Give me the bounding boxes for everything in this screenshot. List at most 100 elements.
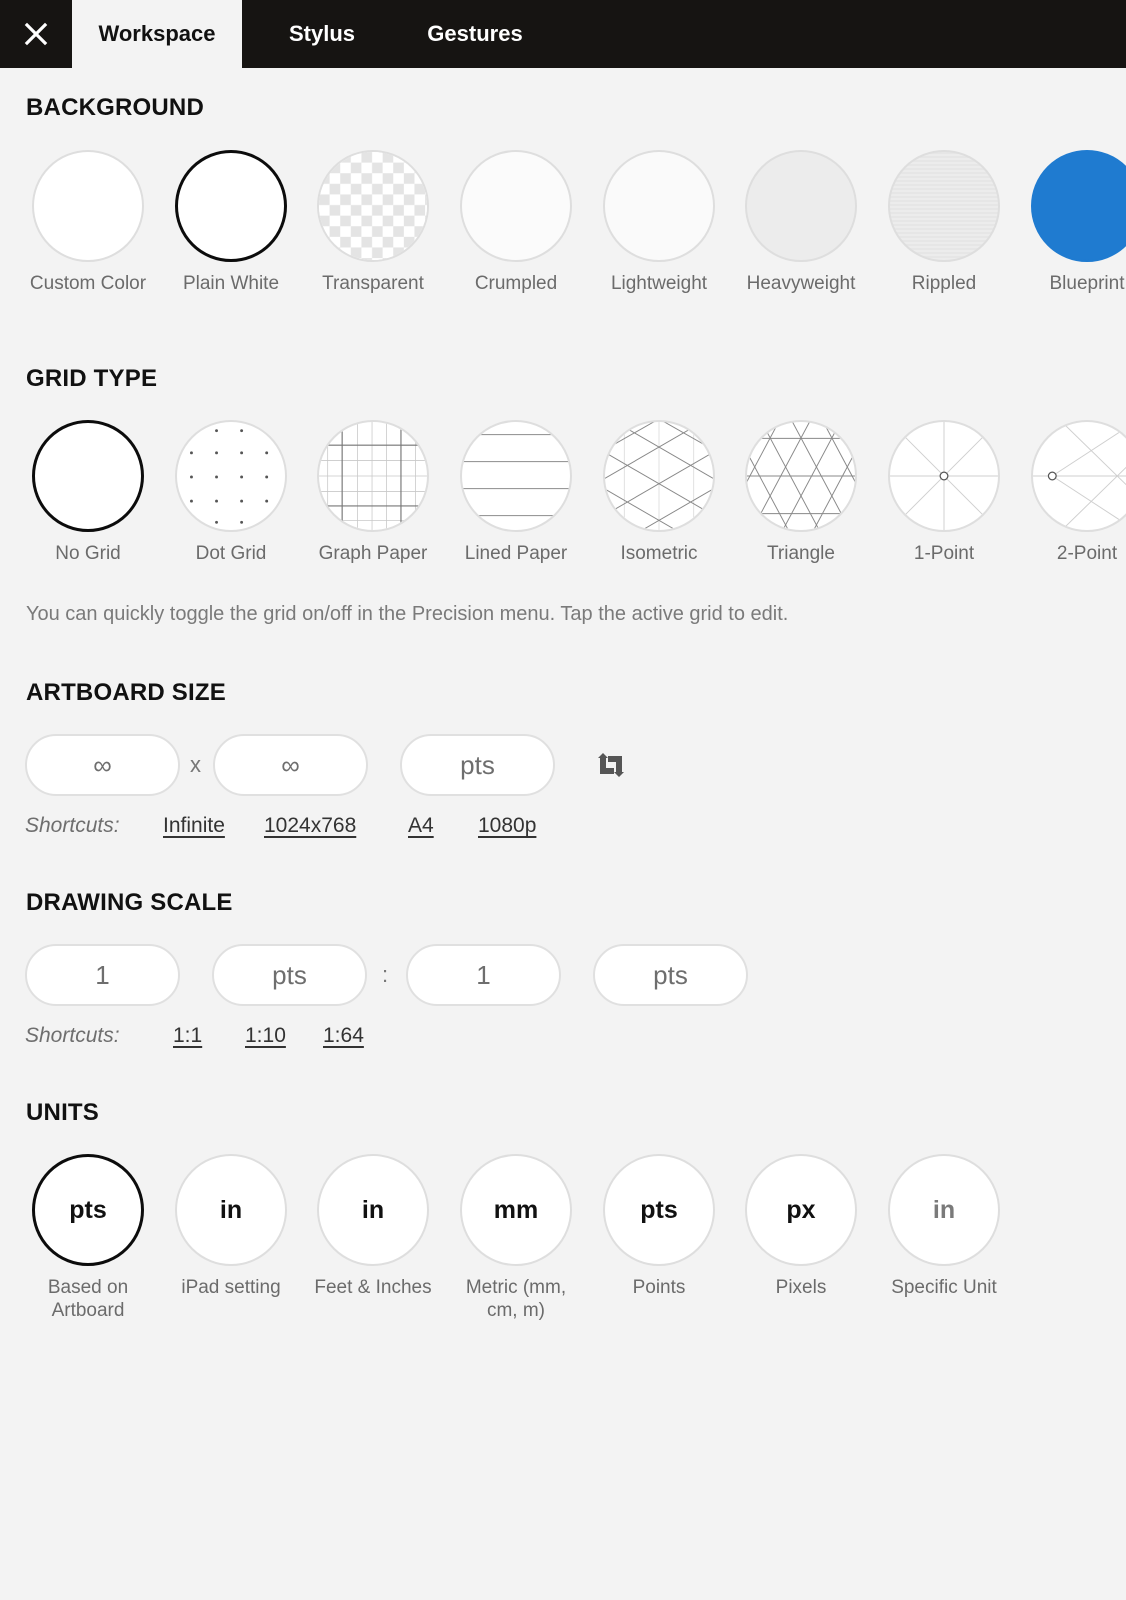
background-option-plain-white[interactable]: Plain White — [158, 150, 304, 295]
option-label: Triangle — [767, 543, 835, 564]
scale-left-unit-select[interactable]: pts — [212, 944, 367, 1006]
grid-type-options: No Grid Dot Grid Graph Paper Lined Paper… — [0, 420, 1126, 580]
option-label: Custom Color — [29, 273, 147, 294]
artboard-shortcuts-label: Shortcuts: — [25, 814, 120, 837]
option-label: iPad setting — [181, 1277, 281, 1298]
transparent-checkerboard-swatch — [317, 150, 429, 262]
unit-circle: in — [888, 1154, 1000, 1266]
unit-abbreviation: in — [219, 1195, 243, 1224]
unit-abbreviation: pts — [640, 1195, 678, 1224]
artboard-width-input[interactable]: ∞ — [25, 734, 180, 796]
unit-abbreviation: in — [932, 1195, 956, 1224]
grid-option-isometric[interactable]: Isometric — [586, 420, 732, 565]
artboard-shortcut-1080p[interactable]: 1080p — [478, 814, 536, 838]
dot-grid-icon — [175, 420, 287, 532]
unit-option-specific-unit[interactable]: in Specific Unit — [871, 1154, 1017, 1299]
settings-tab-bar: Workspace Stylus Gestures — [0, 0, 1126, 68]
scale-shortcut-1-64[interactable]: 1:64 — [323, 1024, 364, 1048]
scale-right-value-input[interactable]: 1 — [406, 944, 561, 1006]
crumpled-paper-swatch — [460, 150, 572, 262]
option-label: No Grid — [55, 543, 121, 564]
grid-option-2-point[interactable]: 2-Point — [1014, 420, 1126, 565]
option-label: Plain White — [182, 273, 280, 294]
unit-abbreviation: in — [361, 1195, 385, 1224]
artboard-shortcut-1024x768[interactable]: 1024x768 — [264, 814, 356, 838]
option-label: 2-Point — [1056, 543, 1118, 564]
option-label: Transparent — [322, 273, 424, 294]
background-option-transparent[interactable]: Transparent — [300, 150, 446, 295]
grid-option-graph-paper[interactable]: Graph Paper — [300, 420, 446, 565]
background-option-lightweight[interactable]: Lightweight — [586, 150, 732, 295]
tab-workspace[interactable]: Workspace — [72, 0, 242, 68]
unit-option-metric[interactable]: mm Metric (mm, cm, m) — [443, 1154, 589, 1322]
grid-option-1-point[interactable]: 1-Point — [871, 420, 1017, 565]
scale-shortcut-1-1[interactable]: 1:1 — [173, 1024, 202, 1048]
artboard-unit-select[interactable]: pts — [400, 734, 555, 796]
scale-shortcuts-label: Shortcuts: — [25, 1024, 120, 1047]
blueprint-swatch — [1031, 150, 1126, 262]
option-label: Heavyweight — [746, 273, 856, 294]
triangle-grid-icon — [745, 420, 857, 532]
unit-option-feet-inches[interactable]: in Feet & Inches — [300, 1154, 446, 1299]
option-label: Blueprint — [1049, 273, 1125, 294]
swap-orientation-icon — [598, 753, 624, 777]
background-section-title: BACKGROUND — [26, 94, 204, 121]
option-label: Feet & Inches — [314, 1277, 432, 1298]
option-label: Dot Grid — [195, 543, 267, 564]
custom-color-swatch — [32, 150, 144, 262]
tab-stylus[interactable]: Stylus — [252, 0, 392, 68]
unit-option-points[interactable]: pts Points — [586, 1154, 732, 1299]
one-point-perspective-icon — [888, 420, 1000, 532]
option-label: Lined Paper — [464, 543, 568, 564]
grid-option-lined-paper[interactable]: Lined Paper — [443, 420, 589, 565]
unit-abbreviation: px — [786, 1195, 816, 1224]
units-options: pts Based on Artboard in iPad setting in… — [0, 1154, 1126, 1354]
unit-circle: in — [317, 1154, 429, 1266]
option-label: Based on Artboard — [47, 1277, 129, 1321]
unit-option-ipad-setting[interactable]: in iPad setting — [158, 1154, 304, 1299]
background-option-crumpled[interactable]: Crumpled — [443, 150, 589, 295]
plain-white-swatch — [175, 150, 287, 262]
artboard-shortcut-a4[interactable]: A4 — [408, 814, 434, 838]
option-label: Metric (mm, cm, m) — [465, 1277, 567, 1321]
grid-option-dot-grid[interactable]: Dot Grid — [158, 420, 304, 565]
unit-circle: mm — [460, 1154, 572, 1266]
swap-orientation-button[interactable] — [596, 752, 626, 778]
grid-option-no-grid[interactable]: No Grid — [15, 420, 161, 565]
scale-left-value-input[interactable]: 1 — [25, 944, 180, 1006]
background-option-custom-color[interactable]: Custom Color — [15, 150, 161, 295]
unit-option-pixels[interactable]: px Pixels — [728, 1154, 874, 1299]
background-option-heavyweight[interactable]: Heavyweight — [728, 150, 874, 295]
option-label: Crumpled — [474, 273, 558, 294]
graph-paper-icon — [317, 420, 429, 532]
option-label: Isometric — [620, 543, 698, 564]
unit-circle: in — [175, 1154, 287, 1266]
option-label: Specific Unit — [891, 1277, 997, 1298]
no-grid-icon — [32, 420, 144, 532]
close-button[interactable] — [0, 0, 72, 68]
grid-type-section-title: GRID TYPE — [26, 365, 158, 392]
scale-ratio-separator: : — [382, 962, 389, 987]
scale-shortcut-1-10[interactable]: 1:10 — [245, 1024, 286, 1048]
background-option-rippled[interactable]: Rippled — [871, 150, 1017, 295]
artboard-height-input[interactable]: ∞ — [213, 734, 368, 796]
tab-gestures[interactable]: Gestures — [400, 0, 550, 68]
units-section-title: UNITS — [26, 1099, 99, 1126]
artboard-shortcut-infinite[interactable]: Infinite — [163, 814, 225, 838]
close-icon — [24, 22, 48, 46]
unit-option-based-on-artboard[interactable]: pts Based on Artboard — [15, 1154, 161, 1322]
option-label: Lightweight — [610, 273, 708, 294]
unit-circle: pts — [32, 1154, 144, 1266]
two-point-perspective-icon — [1031, 420, 1126, 532]
grid-option-triangle[interactable]: Triangle — [728, 420, 874, 565]
lined-paper-icon — [460, 420, 572, 532]
unit-abbreviation: mm — [493, 1195, 539, 1224]
background-option-blueprint[interactable]: Blueprint — [1014, 150, 1126, 295]
heavyweight-paper-swatch — [745, 150, 857, 262]
drawing-scale-section-title: DRAWING SCALE — [26, 889, 233, 916]
option-label: Points — [632, 1277, 686, 1298]
lightweight-paper-swatch — [603, 150, 715, 262]
background-options: Custom Color Plain White Transparent Cru… — [0, 150, 1126, 310]
scale-right-unit-select[interactable]: pts — [593, 944, 748, 1006]
dimension-separator: x — [190, 752, 201, 777]
